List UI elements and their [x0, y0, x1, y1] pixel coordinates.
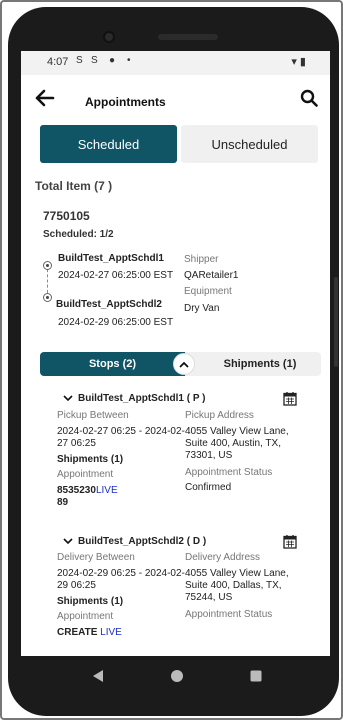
appointment-number-cont: 89 [57, 497, 69, 508]
search-icon[interactable] [300, 89, 318, 107]
app-header: Appointments [21, 75, 330, 123]
appointment-number: 8535230 [57, 485, 96, 496]
live-badge: LIVE [100, 627, 122, 638]
appointment-status-value: Confirmed [185, 482, 232, 493]
nav-home-icon[interactable] [170, 669, 184, 683]
appointment-action[interactable]: CREATE [57, 627, 97, 638]
stop-name: BuildTest_ApptSchdl1 [58, 253, 164, 264]
load-id[interactable]: 7750105 [43, 209, 90, 223]
live-badge: LIVE [95, 485, 118, 496]
page-title: Appointments [85, 95, 166, 109]
appointment-label: Appointment [57, 469, 114, 480]
pickup-window-value: 2024-02-27 06:25 - 2024-02-27 06:25 [57, 426, 185, 449]
chevron-down-icon[interactable] [63, 394, 73, 402]
tab-unscheduled[interactable]: Unscheduled [181, 125, 318, 163]
collapse-button[interactable] [173, 353, 195, 375]
delivery-address-value: 4055 Valley View Lane, Suite 400, Dallas… [185, 568, 289, 603]
earpiece-speaker [158, 34, 218, 40]
nav-back-icon[interactable] [92, 669, 104, 683]
delivery-window-label: Delivery Between [57, 552, 135, 563]
calendar-icon[interactable] [283, 534, 297, 549]
pickup-window-label: Pickup Between [57, 410, 129, 421]
timeline-dot [43, 261, 52, 270]
total-items-label: Total Item (7 ) [35, 179, 113, 193]
appointment-value: 8535230LIVE [57, 485, 118, 496]
notification-icon: ● [109, 55, 116, 66]
device-frame: 4:07 S S ● • ▾ ▮ Appointments Scheduled … [0, 0, 343, 720]
timeline-dot [43, 293, 52, 302]
equipment-value: Dry Van [184, 303, 220, 314]
signal-battery-icon: ▾ ▮ [291, 56, 306, 68]
app-screen: 4:07 S S ● • ▾ ▮ Appointments Scheduled … [21, 51, 330, 656]
stop-name: BuildTest_ApptSchdl2 [56, 299, 162, 310]
shipper-value: QARetailer1 [184, 270, 239, 281]
appointment-status-label: Appointment Status [185, 609, 273, 620]
notification-icon: S [76, 55, 83, 66]
stop-title: BuildTest_ApptSchdl2 ( D ) [78, 536, 207, 547]
detail-tabs: Stops (2) Shipments (1) [40, 352, 321, 376]
notification-dot-icon: • [127, 55, 131, 66]
equipment-label: Equipment [184, 286, 232, 297]
status-bar: 4:07 S S ● • ▾ ▮ [21, 51, 330, 75]
chevron-down-icon[interactable] [63, 537, 73, 545]
front-camera [103, 31, 115, 43]
notification-icon: S [91, 55, 98, 66]
nav-recents-icon[interactable] [250, 670, 262, 682]
stop-title: BuildTest_ApptSchdl1 ( P ) [78, 393, 206, 404]
appointment-value: CREATE LIVE [57, 627, 122, 638]
status-time: 4:07 [47, 56, 69, 68]
tab-stops[interactable]: Stops (2) [40, 352, 185, 376]
chevron-up-icon [179, 361, 189, 368]
tab-shipments[interactable]: Shipments (1) [185, 352, 321, 376]
appointment-label: Appointment [57, 611, 114, 622]
shipments-count[interactable]: Shipments (1) [57, 596, 123, 607]
calendar-icon[interactable] [283, 391, 297, 406]
side-button [334, 277, 338, 367]
scheduled-count: Scheduled: 1/2 [43, 229, 114, 240]
navigation-bar [21, 656, 330, 696]
shipper-label: Shipper [184, 254, 219, 265]
stop-time: 2024-02-27 06:25:00 EST [58, 270, 174, 281]
pickup-address-value: 4055 Valley View Lane, Suite 400, Austin… [185, 426, 289, 461]
shipments-count[interactable]: Shipments (1) [57, 454, 123, 465]
delivery-address-label: Delivery Address [185, 552, 261, 563]
pickup-address-label: Pickup Address [185, 410, 254, 421]
delivery-window-value: 2024-02-29 06:25 - 2024-02-29 06:25 [57, 568, 185, 591]
back-arrow-icon[interactable] [35, 89, 55, 107]
stop-time: 2024-02-29 06:25:00 EST [58, 317, 174, 328]
tab-scheduled[interactable]: Scheduled [40, 125, 177, 163]
appointment-status-label: Appointment Status [185, 467, 273, 478]
